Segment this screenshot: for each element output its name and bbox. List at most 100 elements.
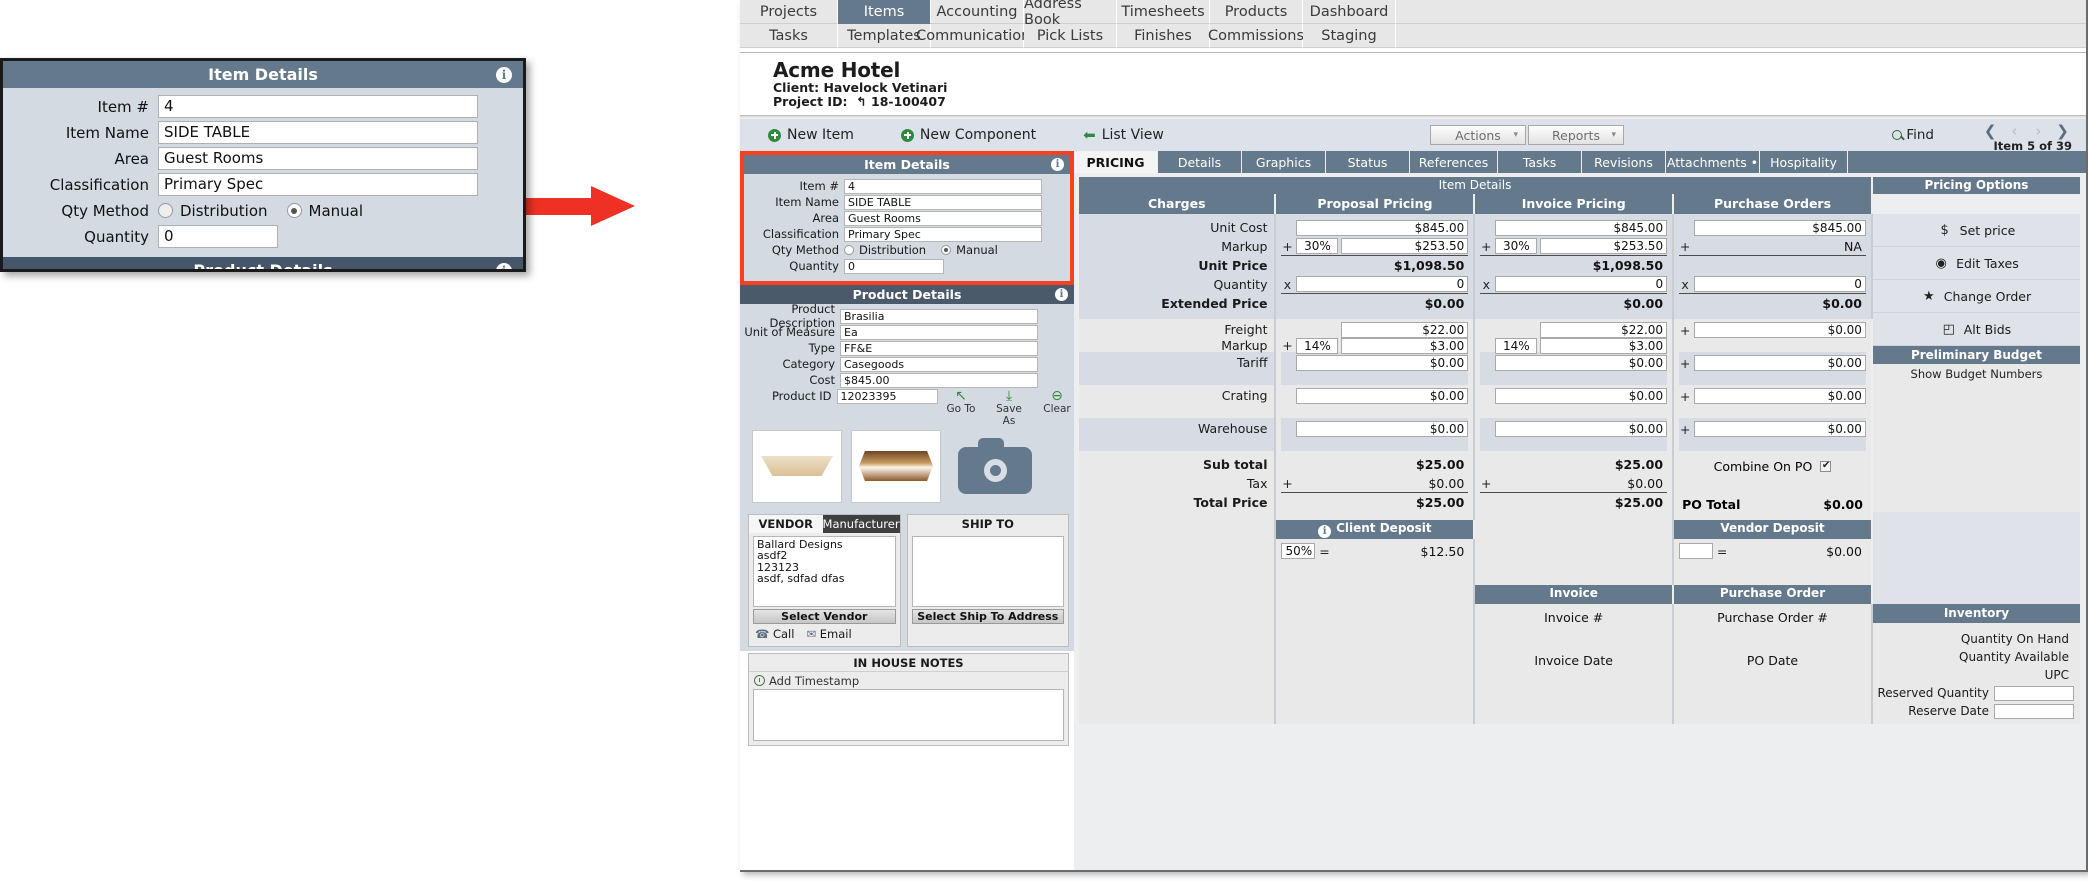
nav-tab-finishes[interactable]: Finishes <box>1117 24 1210 48</box>
invoice-value[interactable]: $845.00 <box>1495 219 1668 236</box>
callout-field-input-item-name[interactable]: SIDE TABLE <box>158 121 478 144</box>
pricing-option-set-price[interactable]: $ Set price <box>1872 214 2080 247</box>
invoice-value[interactable]: 0 <box>1495 276 1668 292</box>
show-budget-numbers-link[interactable]: Show Budget Numbers <box>1872 364 2080 384</box>
tab-graphics[interactable]: Graphics <box>1242 151 1326 173</box>
tab-details[interactable]: Details <box>1158 151 1242 173</box>
invoice-freight-markup-amount[interactable]: $3.00 <box>1540 337 1668 354</box>
proposal-freight-amount[interactable]: $22.00 <box>1341 322 1469 338</box>
nav-tab-accounting[interactable]: Accounting <box>931 0 1024 24</box>
invoice-tariff-amount[interactable]: $0.00 <box>1495 355 1668 371</box>
next-record-button[interactable]: › <box>2029 122 2048 140</box>
invoice-freight-amount[interactable]: $22.00 <box>1540 322 1668 338</box>
proposal-value[interactable]: $845.00 <box>1296 219 1469 236</box>
product-action-clear[interactable]: ⊖ Clear <box>1040 389 1074 427</box>
invoice-value[interactable]: $253.50 <box>1540 238 1668 254</box>
proposal-warehouse-amount[interactable]: $0.00 <box>1296 421 1469 437</box>
callout-radio-distribution[interactable] <box>158 203 173 218</box>
add-photo-placeholder[interactable] <box>950 430 1040 503</box>
new-item-button[interactable]: New Item <box>768 127 854 143</box>
email-action[interactable]: ✉ Email <box>806 627 851 641</box>
proposal-crating-amount[interactable]: $0.00 <box>1296 388 1469 404</box>
nav-tab-projects[interactable]: Projects <box>740 0 838 24</box>
pricing-option-change-order[interactable]: ★ Change Order <box>1872 280 2080 313</box>
product-field-input-unit-of-measure[interactable]: Ea <box>840 325 1038 340</box>
po-crating-amount[interactable]: $0.00 <box>1694 388 1866 404</box>
info-icon[interactable]: i <box>496 263 512 269</box>
tab-hospitality[interactable]: Hospitality <box>1760 151 1848 173</box>
nav-tab-commissions[interactable]: Commissions <box>1208 24 1304 48</box>
quantity-input[interactable]: 0 <box>844 259 944 274</box>
select-vendor-button[interactable]: Select Vendor <box>753 608 896 624</box>
actions-dropdown[interactable]: Actions ▾ <box>1430 125 1526 145</box>
combine-on-po-checkbox[interactable] <box>1820 460 1832 472</box>
tab-attachments-[interactable]: Attachments • <box>1666 151 1760 173</box>
product-field-input-cost[interactable]: $845.00 <box>840 373 1038 388</box>
proposal-freight-markup-percent[interactable]: 14% <box>1296 337 1339 354</box>
radio-distribution[interactable] <box>844 245 854 256</box>
proposal-value[interactable]: $253.50 <box>1341 238 1469 254</box>
product-image-2[interactable] <box>851 429 941 503</box>
ship-to-address[interactable] <box>911 535 1064 607</box>
reports-dropdown[interactable]: Reports ▾ <box>1528 125 1624 145</box>
info-icon[interactable]: i <box>1051 158 1064 171</box>
nav-tab-communications[interactable]: Communications <box>916 24 1038 48</box>
vendor-address[interactable]: Ballard Designs asdf2 123123 asdf, sdfad… <box>753 535 896 607</box>
product-image-1[interactable] <box>752 429 842 503</box>
item-field-input-classification[interactable]: Primary Spec <box>844 227 1042 242</box>
proposal-tariff-amount[interactable]: $0.00 <box>1296 355 1469 371</box>
select-ship-to-button[interactable]: Select Ship To Address <box>911 608 1064 624</box>
po-value[interactable]: $845.00 <box>1694 219 1866 236</box>
nav-tab-tasks[interactable]: Tasks <box>740 24 838 48</box>
tab-pricing[interactable]: PRICING <box>1074 151 1158 173</box>
callout-field-input-area[interactable]: Guest Rooms <box>158 147 478 170</box>
add-timestamp-button[interactable]: Add Timestamp <box>749 672 1068 689</box>
find-button[interactable]: Find <box>1892 127 1934 143</box>
radio-manual[interactable] <box>941 245 952 256</box>
in-house-notes-textarea[interactable] <box>753 688 1064 741</box>
tab-status[interactable]: Status <box>1326 151 1410 173</box>
nav-tab-dashboard[interactable]: Dashboard <box>1303 0 1396 24</box>
tab-vendor[interactable]: VENDOR <box>749 514 823 533</box>
call-action[interactable]: ☎ Call <box>755 627 794 641</box>
info-icon[interactable]: i <box>496 67 512 83</box>
info-icon[interactable]: i <box>1055 288 1068 301</box>
item-field-input-area[interactable]: Guest Rooms <box>844 211 1042 226</box>
product-id-input[interactable]: 12023395 <box>836 389 938 404</box>
new-component-button[interactable]: New Component <box>900 127 1036 143</box>
callout-field-input-classification[interactable]: Primary Spec <box>158 173 478 196</box>
proposal-freight-markup-amount[interactable]: $3.00 <box>1341 337 1469 354</box>
invoice-crating-amount[interactable]: $0.00 <box>1495 388 1668 404</box>
product-field-input-category[interactable]: Casegoods <box>840 357 1038 372</box>
callout-field-input-item-[interactable]: 4 <box>158 95 478 118</box>
proposal-percent[interactable]: 30% <box>1296 238 1339 254</box>
item-field-input-item-name[interactable]: SIDE TABLE <box>844 195 1042 210</box>
invoice-freight-markup-percent[interactable]: 14% <box>1495 337 1538 354</box>
nav-tab-products[interactable]: Products <box>1210 0 1303 24</box>
info-icon[interactable]: i <box>1318 525 1332 538</box>
product-action-go-to[interactable]: ↖ Go To <box>944 389 978 427</box>
invoice-percent[interactable]: 30% <box>1495 238 1538 254</box>
tab-tasks[interactable]: Tasks <box>1498 151 1582 173</box>
pricing-option-edit-taxes[interactable]: ◉ Edit Taxes <box>1872 247 2080 280</box>
first-record-button[interactable]: ❮ <box>1981 122 2000 140</box>
pricing-option-alt-bids[interactable]: ◰ Alt Bids <box>1872 313 2080 346</box>
po-warehouse-amount[interactable]: $0.00 <box>1694 421 1866 437</box>
callout-radio-manual[interactable] <box>286 203 302 218</box>
inventory-input-reserve-date[interactable] <box>1994 703 2074 719</box>
inventory-input-reserved-quantity[interactable] <box>1994 685 2074 701</box>
callout-quantity-input[interactable]: 0 <box>158 225 278 248</box>
product-field-input-type[interactable]: FF&E <box>840 341 1038 356</box>
tab-manufacturer[interactable]: Manufacturer <box>822 514 900 533</box>
item-field-input-item-[interactable]: 4 <box>844 179 1042 194</box>
nav-tab-items[interactable]: Items <box>838 0 931 24</box>
tab-revisions[interactable]: Revisions <box>1582 151 1666 173</box>
prev-record-button[interactable]: ‹ <box>2005 122 2024 140</box>
nav-tab-staging[interactable]: Staging <box>1303 24 1396 48</box>
po-tariff-amount[interactable]: $0.00 <box>1694 355 1866 371</box>
po-value[interactable]: 0 <box>1694 276 1866 292</box>
list-view-button[interactable]: ⬅ List View <box>1083 127 1164 143</box>
product-action-save-as[interactable]: ⤓ Save As <box>992 389 1026 427</box>
tab-references[interactable]: References <box>1410 151 1498 173</box>
po-freight-amount[interactable]: $0.00 <box>1694 322 1866 338</box>
